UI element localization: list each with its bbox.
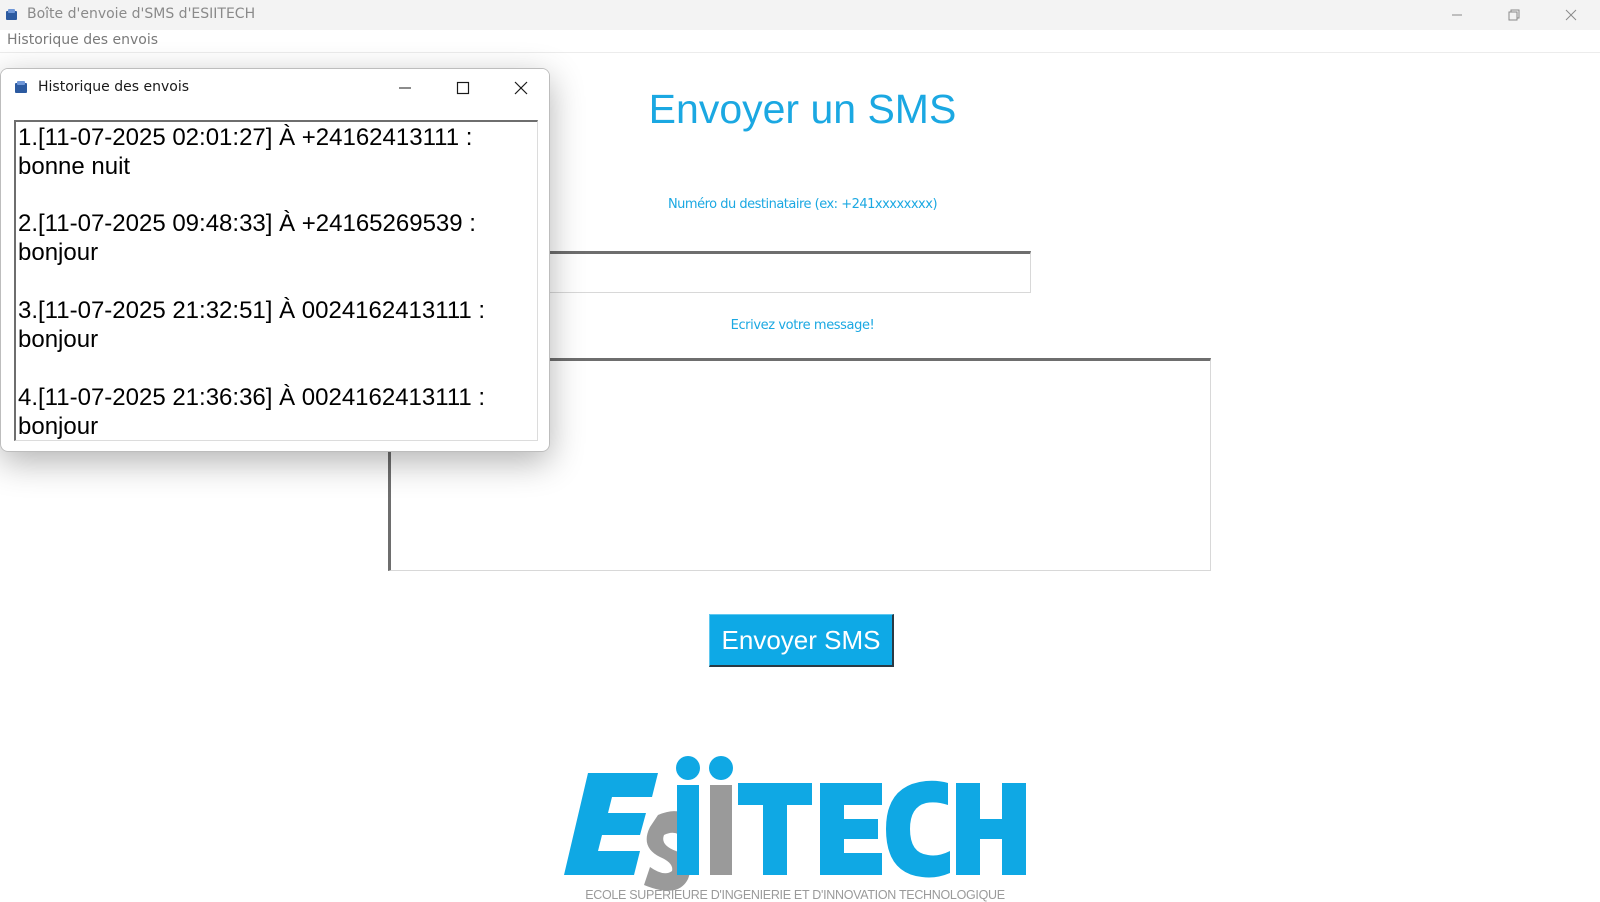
history-titlebar[interactable]: Historique des envois: [1, 69, 549, 107]
recipient-number-input[interactable]: [543, 251, 1031, 293]
close-button[interactable]: [1548, 0, 1594, 30]
close-icon: [1565, 9, 1577, 21]
restore-icon: [1508, 9, 1520, 21]
app-icon: [15, 81, 27, 93]
history-entry-message: bonjour: [18, 239, 99, 266]
history-entry-header: 4.[11-07-2025 21:36:36] À 0024162413111 …: [18, 384, 486, 411]
history-window: Historique des envois 1.[11-07-2025 02:0…: [0, 68, 550, 452]
history-entry-message: bonne nuit: [18, 153, 131, 180]
history-window-title: Historique des envois: [38, 79, 189, 95]
main-titlebar[interactable]: Boîte d'envoie d'SMS d'ESIITECH: [0, 0, 1600, 30]
minimize-icon: [1452, 14, 1462, 16]
esiitech-logo: ECOLE SUPERIEURE D'INGENIERIE ET D'INNOV…: [564, 756, 1026, 902]
maximize-icon: [456, 81, 470, 95]
history-close-button[interactable]: [498, 73, 544, 103]
history-entry-header: 3.[11-07-2025 21:32:51] À 0024162413111 …: [18, 297, 486, 324]
history-entry-header: 2.[11-07-2025 09:48:33] À +24165269539 :: [18, 210, 476, 237]
history-maximize-button[interactable]: [440, 73, 486, 103]
minimize-button[interactable]: [1434, 0, 1480, 30]
window-title: Boîte d'envoie d'SMS d'ESIITECH: [27, 6, 256, 22]
page-title: Envoyer un SMS: [648, 86, 957, 132]
close-icon: [514, 81, 528, 95]
history-entry-message: bonjour: [18, 326, 99, 353]
logo-tagline: ECOLE SUPERIEURE D'INGENIERIE ET D'INNOV…: [585, 888, 1005, 902]
send-sms-button[interactable]: Envoyer SMS: [709, 614, 894, 667]
restore-button[interactable]: [1491, 0, 1537, 30]
history-entry: 4.[11-07-2025 21:36:36] À 0024162413111 …: [18, 383, 486, 440]
main-window: Boîte d'envoie d'SMS d'ESIITECH Historiq…: [0, 0, 1600, 902]
message-label: Ecrivez votre message!: [730, 318, 875, 333]
history-entry-message: bonjour: [18, 413, 99, 440]
app-icon: [6, 9, 17, 20]
menubar: Historique des envois: [0, 30, 1600, 53]
menu-item-historique[interactable]: Historique des envois: [7, 32, 158, 48]
history-minimize-button[interactable]: [382, 73, 428, 103]
history-entry: 3.[11-07-2025 21:32:51] À 0024162413111 …: [18, 296, 485, 354]
recipient-number-label: Numéro du destinataire (ex: +241xxxxxxxx…: [667, 197, 938, 212]
minimize-icon: [399, 87, 411, 89]
history-entry: 1.[11-07-2025 02:01:27] À +24162413111 :…: [18, 123, 472, 181]
history-list[interactable]: 1.[11-07-2025 02:01:27] À +24162413111 :…: [14, 120, 538, 441]
history-entry-header: 1.[11-07-2025 02:01:27] À +24162413111 :: [18, 124, 473, 151]
history-entry: 2.[11-07-2025 09:48:33] À +24165269539 :…: [18, 209, 476, 267]
